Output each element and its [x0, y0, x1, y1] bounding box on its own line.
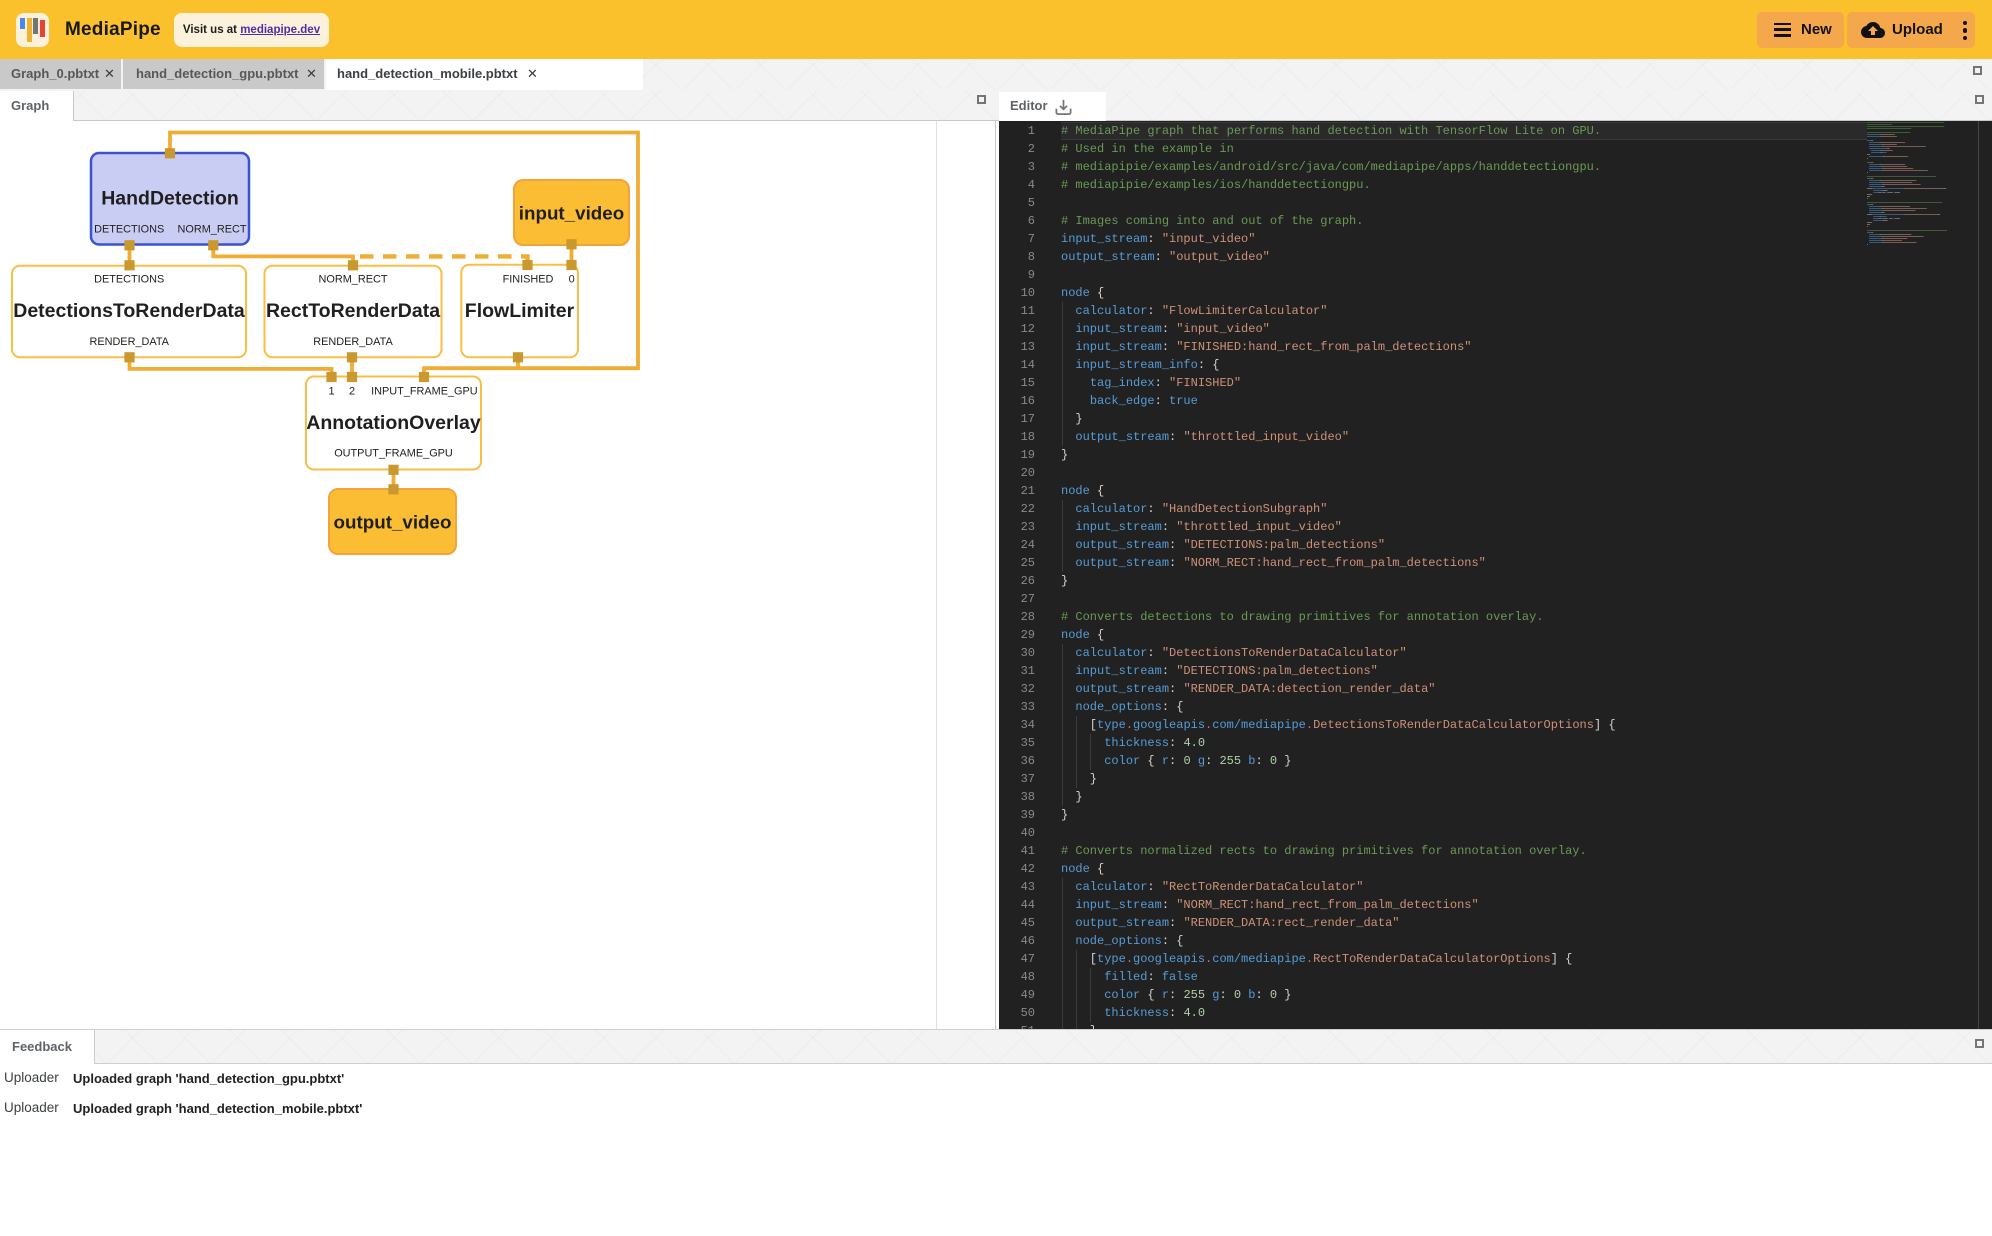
svg-text:RENDER_DATA: RENDER_DATA: [89, 336, 169, 348]
svg-text:input_video: input_video: [519, 203, 624, 224]
svg-text:OUTPUT_FRAME_GPU: OUTPUT_FRAME_GPU: [334, 447, 453, 459]
svg-text:NORM_RECT: NORM_RECT: [319, 274, 388, 286]
svg-text:output_video: output_video: [334, 512, 452, 533]
svg-text:2: 2: [349, 386, 355, 398]
svg-text:INPUT_FRAME_GPU: INPUT_FRAME_GPU: [371, 386, 478, 398]
svg-text:AnnotationOverlay: AnnotationOverlay: [306, 412, 481, 434]
svg-text:DetectionsToRenderData: DetectionsToRenderData: [13, 300, 245, 322]
svg-text:NORM_RECT: NORM_RECT: [178, 223, 247, 235]
svg-text:1: 1: [328, 386, 334, 398]
svg-text:FINISHED: FINISHED: [503, 273, 554, 285]
svg-text:DETECTIONS: DETECTIONS: [94, 274, 164, 286]
svg-text:RENDER_DATA: RENDER_DATA: [313, 336, 393, 348]
svg-text:HandDetection: HandDetection: [101, 188, 239, 210]
svg-text:RectToRenderData: RectToRenderData: [266, 300, 440, 322]
svg-text:FlowLimiter: FlowLimiter: [465, 300, 575, 322]
svg-text:0: 0: [569, 273, 575, 285]
svg-text:DETECTIONS: DETECTIONS: [94, 223, 164, 235]
